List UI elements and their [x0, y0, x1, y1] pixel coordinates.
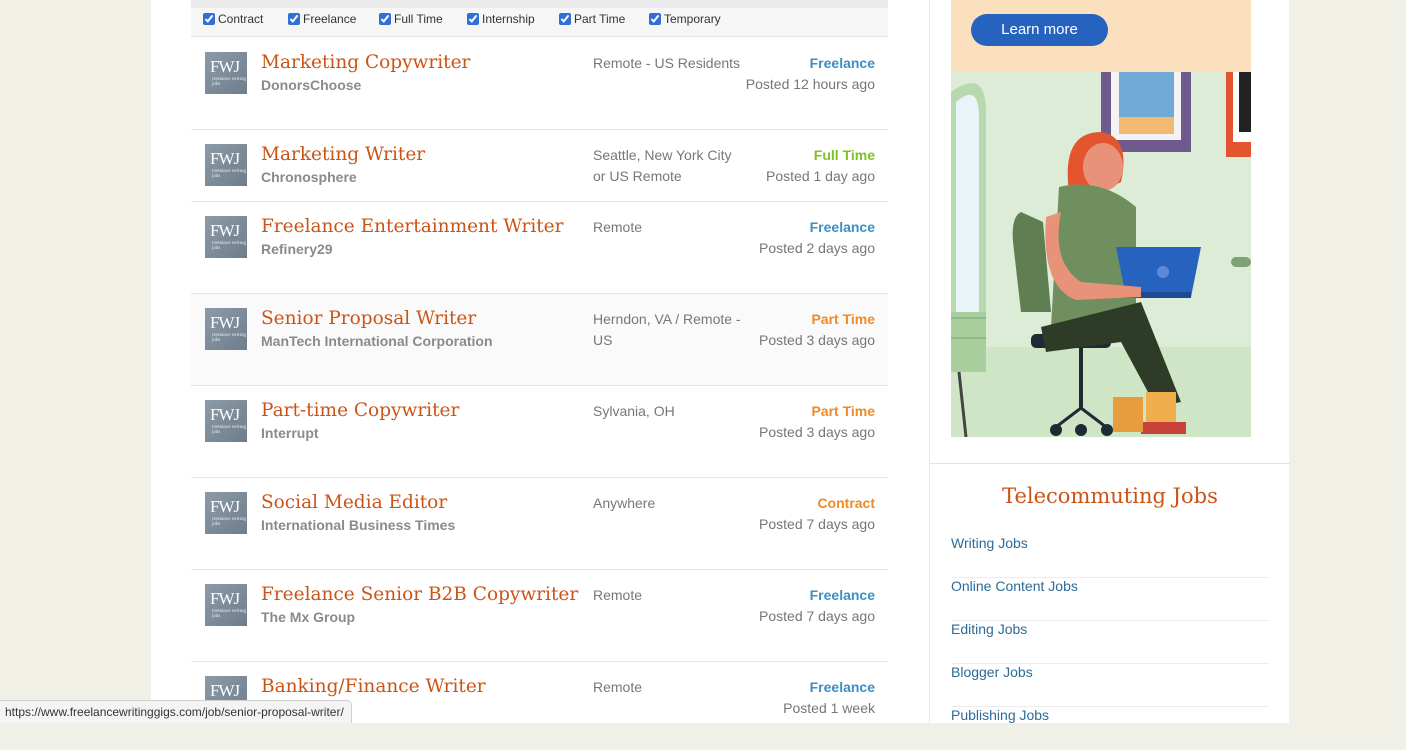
company-logo: FWJfreelance writing jobs: [205, 144, 247, 186]
company-name: Interrupt: [261, 425, 319, 441]
posted-date: Posted 12 hours ago: [745, 76, 875, 92]
posted-date: Posted 2 days ago: [759, 240, 875, 256]
job-row[interactable]: FWJ freelance writing jobs Freelance Seni…: [191, 570, 888, 662]
link-publishing-jobs[interactable]: Publishing Jobs: [951, 707, 1269, 750]
job-title-link[interactable]: Marketing Writer: [261, 144, 425, 165]
company-name: Refinery29: [261, 241, 333, 257]
filter-temporary[interactable]: Temporary: [649, 12, 721, 26]
job-meta: Freelance Posted 1 week: [745, 677, 875, 719]
company-logo: FWJfreelance writing jobs: [205, 308, 247, 350]
filter-freelance[interactable]: Freelance: [288, 12, 356, 26]
job-title-link[interactable]: Freelance Entertainment Writer: [261, 216, 563, 237]
job-row[interactable]: FWJ freelance writing jobs Social Media E…: [191, 478, 888, 570]
job-type-badge: Contract: [817, 495, 875, 511]
company-logo: FWJfreelance writing jobs: [205, 584, 247, 626]
job-meta: Part Time Posted 3 days ago: [745, 401, 875, 443]
learn-more-button[interactable]: Learn more: [971, 14, 1108, 46]
job-row[interactable]: FWJ freelance writing jobs Marketing Copy…: [191, 38, 888, 130]
ad-illustration[interactable]: [951, 72, 1251, 437]
job-type-filter-bar: Contract Freelance Full Time Internship …: [191, 0, 888, 37]
filter-contract[interactable]: Contract: [203, 12, 263, 26]
job-meta: Freelance Posted 2 days ago: [745, 217, 875, 259]
filter-contract-checkbox[interactable]: [203, 13, 215, 25]
job-type-badge: Part Time: [811, 403, 875, 419]
sidebar: Learn more Telecommuting Jobs Writing Jo…: [929, 0, 1290, 723]
posted-date: Posted 1 day ago: [766, 168, 875, 184]
job-location: Herndon, VA / Remote - US: [593, 311, 741, 348]
filter-part-time-checkbox[interactable]: [559, 13, 571, 25]
job-type-badge: Freelance: [809, 219, 875, 235]
job-meta: Full Time Posted 1 day ago: [745, 145, 875, 187]
company-name: The Mx Group: [261, 609, 356, 625]
company-name: DonorsChoose: [261, 77, 362, 93]
job-title-link[interactable]: Senior Proposal Writer: [261, 308, 476, 329]
job-location: Seattle, New York City or US Remote: [593, 147, 732, 184]
job-type-badge: Full Time: [813, 147, 875, 163]
status-bar-url: https://www.freelancewritinggigs.com/job…: [0, 700, 352, 723]
company-name: Chronosphere: [261, 169, 357, 185]
ad-banner-top: Learn more: [951, 0, 1251, 72]
job-row[interactable]: FWJ freelance writing jobs Senior Proposa…: [191, 294, 888, 386]
job-row[interactable]: FWJ freelance writing jobs Marketing Writ…: [191, 130, 888, 202]
job-location: Anywhere: [593, 495, 656, 511]
job-list: Contract Freelance Full Time Internship …: [191, 0, 888, 718]
job-location: Sylvania, OH: [593, 403, 675, 419]
job-row[interactable]: FWJ freelance writing jobs Freelance Ente…: [191, 202, 888, 294]
filter-internship-checkbox[interactable]: [467, 13, 479, 25]
posted-date: Posted 7 days ago: [759, 516, 875, 532]
job-meta: Contract Posted 7 days ago: [745, 493, 875, 535]
company-logo: FWJfreelance writing jobs: [205, 216, 247, 258]
sidebar-divider: [930, 463, 1290, 464]
job-title-link[interactable]: Freelance Senior B2B Copywriter: [261, 584, 578, 605]
company-logo: FWJfreelance writing jobs: [205, 52, 247, 94]
job-title-link[interactable]: Banking/Finance Writer: [261, 676, 486, 697]
posted-date: Posted 3 days ago: [759, 424, 875, 440]
job-location: Remote - US Residents: [593, 55, 741, 71]
job-type-badge: Freelance: [809, 587, 875, 603]
filter-full-time[interactable]: Full Time: [379, 12, 443, 26]
link-online-content-jobs[interactable]: Online Content Jobs: [951, 578, 1269, 621]
woman-laptop-illustration: [951, 72, 1251, 437]
filter-internship[interactable]: Internship: [467, 12, 535, 26]
filter-full-time-checkbox[interactable]: [379, 13, 391, 25]
link-writing-jobs[interactable]: Writing Jobs: [951, 535, 1269, 578]
job-title-link[interactable]: Marketing Copywriter: [261, 52, 470, 73]
job-row[interactable]: FWJ freelance writing jobs Part-time Copy…: [191, 386, 888, 478]
posted-date: Posted 3 days ago: [759, 332, 875, 348]
filter-freelance-checkbox[interactable]: [288, 13, 300, 25]
company-name: International Business Times: [261, 517, 456, 533]
job-title-link[interactable]: Social Media Editor: [261, 492, 447, 513]
company-logo: FWJfreelance writing jobs: [205, 492, 247, 534]
job-location: Remote: [593, 679, 643, 695]
posted-date: Posted 7 days ago: [759, 608, 875, 624]
job-meta: Part Time Posted 3 days ago: [745, 309, 875, 351]
job-title-link[interactable]: Part-time Copywriter: [261, 400, 459, 421]
posted-date: Posted 1 week: [783, 700, 875, 716]
job-type-badge: Freelance: [809, 679, 875, 695]
job-type-badge: Part Time: [811, 311, 875, 327]
job-meta: Freelance Posted 7 days ago: [745, 585, 875, 627]
filter-temporary-checkbox[interactable]: [649, 13, 661, 25]
job-type-badge: Freelance: [809, 55, 875, 71]
job-meta: Freelance Posted 12 hours ago: [745, 53, 875, 95]
job-location: Remote: [593, 219, 643, 235]
link-blogger-jobs[interactable]: Blogger Jobs: [951, 664, 1269, 707]
link-editing-jobs[interactable]: Editing Jobs: [951, 621, 1269, 664]
job-location: Remote: [593, 587, 643, 603]
telecommuting-jobs-heading: Telecommuting Jobs: [1002, 484, 1218, 508]
company-logo: FWJfreelance writing jobs: [205, 400, 247, 442]
filter-part-time[interactable]: Part Time: [559, 12, 625, 26]
company-name: ManTech International Corporation: [261, 333, 493, 349]
page-container: Contract Freelance Full Time Internship …: [151, 0, 1290, 723]
